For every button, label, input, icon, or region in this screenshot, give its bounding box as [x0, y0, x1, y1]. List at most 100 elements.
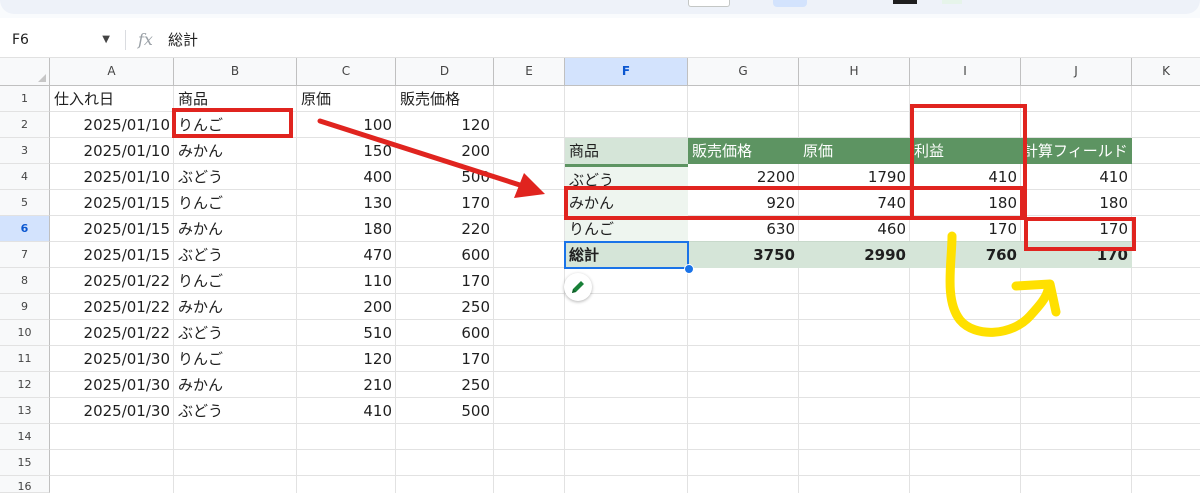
select-all-corner[interactable] — [0, 58, 50, 86]
source-cell-date[interactable]: 2025/01/22 — [50, 268, 174, 294]
source-cell-cost[interactable]: 100 — [297, 112, 396, 138]
source-cell-price[interactable]: 120 — [396, 112, 494, 138]
edit-pencil-button[interactable] — [564, 273, 592, 301]
source-cell-price[interactable]: 170 — [396, 190, 494, 216]
pivot-total-cost[interactable]: 2990 — [799, 242, 910, 268]
source-cell-product[interactable]: みかん — [174, 294, 297, 320]
column-header-f[interactable]: F — [565, 58, 688, 86]
source-cell-date[interactable]: 2025/01/15 — [50, 190, 174, 216]
row-header-5[interactable]: 5 — [0, 190, 50, 216]
source-cell-date[interactable]: 2025/01/22 — [50, 294, 174, 320]
source-cell-product[interactable]: みかん — [174, 372, 297, 398]
pivot-total-profit[interactable]: 760 — [910, 242, 1021, 268]
toolbar-green-chip[interactable] — [942, 0, 962, 4]
source-cell-price[interactable]: 600 — [396, 242, 494, 268]
source-cell-date[interactable]: 2025/01/30 — [50, 372, 174, 398]
fill-handle[interactable] — [684, 264, 694, 274]
pivot-cell-calc[interactable]: 410 — [1021, 164, 1132, 190]
source-cell-product[interactable]: りんご — [174, 190, 297, 216]
pivot-header-calc-field[interactable]: 計算フィールド — [1021, 138, 1132, 164]
pivot-header-price[interactable]: 販売価格 — [688, 138, 799, 164]
source-cell-price[interactable]: 170 — [396, 268, 494, 294]
row-header-15[interactable]: 15 — [0, 450, 50, 476]
source-cell-price[interactable]: 600 — [396, 320, 494, 346]
source-cell-date[interactable]: 2025/01/10 — [50, 112, 174, 138]
column-header-j[interactable]: J — [1021, 58, 1132, 86]
gridline — [50, 475, 1200, 476]
source-cell-date[interactable]: 2025/01/15 — [50, 216, 174, 242]
source-cell-date[interactable]: 2025/01/10 — [50, 164, 174, 190]
column-header-k[interactable]: K — [1132, 58, 1200, 86]
row-header-10[interactable]: 10 — [0, 320, 50, 346]
column-header-b[interactable]: B — [174, 58, 297, 86]
column-header-c[interactable]: C — [297, 58, 396, 86]
source-cell-cost[interactable]: 120 — [297, 346, 396, 372]
source-cell-price[interactable]: 250 — [396, 372, 494, 398]
row-header-11[interactable]: 11 — [0, 346, 50, 372]
toolbar-control[interactable] — [688, 0, 730, 7]
source-cell-cost[interactable]: 150 — [297, 138, 396, 164]
pivot-header-cost[interactable]: 原価 — [799, 138, 910, 164]
name-box[interactable]: F6 ▼ — [9, 30, 114, 50]
source-cell-date[interactable]: 2025/01/22 — [50, 320, 174, 346]
source-cell-price[interactable]: 250 — [396, 294, 494, 320]
row-header-8[interactable]: 8 — [0, 268, 50, 294]
source-cell-date[interactable]: 2025/01/10 — [50, 138, 174, 164]
row-header-4[interactable]: 4 — [0, 164, 50, 190]
row-header-14[interactable]: 14 — [0, 424, 50, 450]
pivot-cell-calc[interactable]: 180 — [1021, 190, 1132, 216]
source-cell-cost[interactable]: 510 — [297, 320, 396, 346]
source-cell-product[interactable]: ぶどう — [174, 242, 297, 268]
row-header-7[interactable]: 7 — [0, 242, 50, 268]
row-header-12[interactable]: 12 — [0, 372, 50, 398]
column-header-g[interactable]: G — [688, 58, 799, 86]
source-cell-price[interactable]: 220 — [396, 216, 494, 242]
row-header-3[interactable]: 3 — [0, 138, 50, 164]
source-cell-cost[interactable]: 400 — [297, 164, 396, 190]
column-header-i[interactable]: I — [910, 58, 1021, 86]
source-cell-price[interactable]: 170 — [396, 346, 494, 372]
source-cell-cost[interactable]: 470 — [297, 242, 396, 268]
source-cell-product[interactable]: ぶどう — [174, 320, 297, 346]
source-cell-date[interactable]: 2025/01/15 — [50, 242, 174, 268]
active-cell-selection[interactable] — [564, 241, 689, 269]
source-cell-product[interactable]: みかん — [174, 216, 297, 242]
row-header-16[interactable]: 16 — [0, 476, 50, 493]
highlight-box-source-apple — [172, 108, 293, 138]
source-cell-price[interactable]: 500 — [396, 398, 494, 424]
source-cell-cost[interactable]: 410 — [297, 398, 396, 424]
text-color-swatch[interactable] — [893, 0, 917, 4]
source-cell-cost[interactable]: 210 — [297, 372, 396, 398]
row-header-9[interactable]: 9 — [0, 294, 50, 320]
source-cell-product[interactable]: ぶどう — [174, 164, 297, 190]
row-header-2[interactable]: 2 — [0, 112, 50, 138]
source-cell-product[interactable]: みかん — [174, 138, 297, 164]
source-cell-cost[interactable]: 110 — [297, 268, 396, 294]
source-cell-price[interactable]: 500 — [396, 164, 494, 190]
pivot-total-price[interactable]: 3750 — [688, 242, 799, 268]
source-cell-cost[interactable]: 200 — [297, 294, 396, 320]
column-header-a[interactable]: A — [50, 58, 174, 86]
source-cell-product[interactable]: りんご — [174, 346, 297, 372]
source-cell-product[interactable]: ぶどう — [174, 398, 297, 424]
source-header-date[interactable]: 仕入れ日 — [50, 86, 174, 112]
source-cell-date[interactable]: 2025/01/30 — [50, 346, 174, 372]
toolbar-active-chip[interactable] — [773, 0, 807, 7]
column-header-d[interactable]: D — [396, 58, 494, 86]
source-cell-date[interactable]: 2025/01/30 — [50, 398, 174, 424]
source-cell-cost[interactable]: 130 — [297, 190, 396, 216]
column-header-e[interactable]: E — [494, 58, 565, 86]
source-cell-cost[interactable]: 180 — [297, 216, 396, 242]
column-header-h[interactable]: H — [799, 58, 910, 86]
source-header-price[interactable]: 販売価格 — [396, 86, 494, 112]
source-cell-price[interactable]: 200 — [396, 138, 494, 164]
source-header-cost[interactable]: 原価 — [297, 86, 396, 112]
source-cell-product[interactable]: りんご — [174, 268, 297, 294]
formula-input[interactable]: 総計 — [168, 30, 198, 50]
row-header-6[interactable]: 6 — [0, 216, 50, 242]
row-header-13[interactable]: 13 — [0, 398, 50, 424]
row-header-1[interactable]: 1 — [0, 86, 50, 112]
pivot-header-product[interactable]: 商品 — [565, 138, 688, 164]
cell-area[interactable]: 仕入れ日 商品 原価 販売価格 2025/01/10 りんご 100 120 2… — [50, 86, 1200, 493]
caret-down-icon[interactable]: ▼ — [102, 30, 110, 50]
